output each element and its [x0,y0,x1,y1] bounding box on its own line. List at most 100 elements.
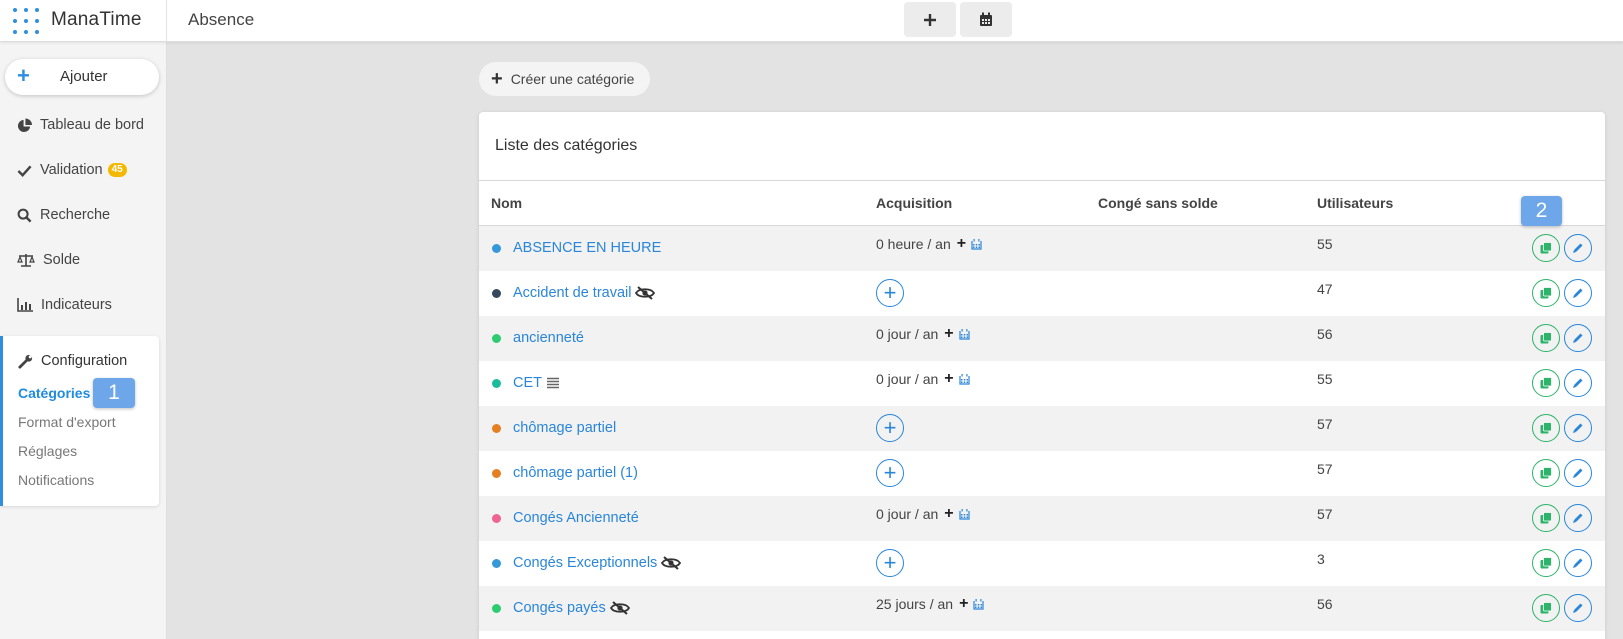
category-color-dot [492,334,501,343]
edit-button[interactable] [1564,414,1592,442]
category-name-link[interactable]: CET [513,375,560,391]
add-acquisition-icon[interactable]: + [944,326,953,342]
category-name-link[interactable]: Accident de travail [513,285,656,301]
brand[interactable]: ManaTime [0,0,167,42]
nav-validation[interactable]: Validation 45 [17,158,127,182]
duplicate-button[interactable] [1532,234,1560,262]
edit-button[interactable] [1564,234,1592,262]
category-color-dot [492,514,501,523]
callout-2: 2 [1521,196,1562,226]
nav-search[interactable]: Recherche [17,203,110,227]
users-count: 56 [1317,326,1333,342]
config-item-categories[interactable]: Catégories [18,385,90,401]
config-item-export-format[interactable]: Format d'export [18,414,116,430]
copy-icon [1540,422,1552,434]
add-acquisition-button[interactable]: + [876,549,904,577]
add-acquisition-icon[interactable]: + [944,371,953,387]
duplicate-button[interactable] [1532,279,1560,307]
nav-search-label: Recherche [40,207,111,223]
column-acquisition: Acquisition [876,195,953,211]
users-count: 55 [1317,236,1333,252]
users-count: 3 [1317,551,1325,567]
category-name-link[interactable]: ancienneté [513,330,584,346]
edit-button[interactable] [1564,504,1592,532]
category-name: Congés Exceptionnels [513,555,658,571]
duplicate-button[interactable] [1532,414,1560,442]
column-name: Nom [491,195,523,211]
edit-button[interactable] [1564,594,1592,622]
create-category-button[interactable]: + Créer une catégorie [479,62,650,96]
category-color-dot [492,469,501,478]
configuration-title[interactable]: Configuration [18,353,127,369]
nav-indicators-label: Indicateurs [41,297,112,313]
edit-button[interactable] [1564,324,1592,352]
copy-icon [1540,377,1552,389]
add-acquisition-button[interactable]: + [876,414,904,442]
category-color-dot [492,244,501,253]
create-category-label: Créer une catégorie [510,71,635,87]
duplicate-button[interactable] [1532,459,1560,487]
add-acquisition-icon[interactable]: + [959,596,968,612]
add-acquisition-button[interactable]: + [876,459,904,487]
acquisition-cell: 25 jours / an + [876,596,985,612]
acquisition-cell: 0 heure / an + [876,236,982,252]
add-button[interactable]: + Ajouter [5,59,159,95]
column-unpaid-leave: Congé sans solde [1098,195,1218,211]
configuration-title-label: Configuration [41,353,128,369]
category-color-dot [492,379,501,388]
quick-add-button[interactable] [904,2,956,37]
copy-icon [1540,512,1552,524]
duplicate-button[interactable] [1532,594,1560,622]
duplicate-button[interactable] [1532,549,1560,577]
edit-button[interactable] [1564,549,1592,577]
apps-grid-icon[interactable] [13,8,39,34]
scale-icon [17,253,35,267]
plus-icon: + [17,63,30,88]
add-acquisition-button[interactable]: + [876,279,904,307]
duplicate-button[interactable] [1532,504,1560,532]
duplicate-button[interactable] [1532,369,1560,397]
add-acquisition-icon[interactable]: + [944,506,953,522]
users-count: 57 [1317,416,1333,432]
config-item-settings[interactable]: Réglages [18,443,77,459]
column-users: Utilisateurs [1317,195,1394,211]
edit-button[interactable] [1564,279,1592,307]
users-count: 47 [1317,281,1333,297]
table-row: Congés payés 25 jours / an +56 [479,586,1605,631]
edit-button[interactable] [1564,369,1592,397]
categories-card: Liste des catégories Nom Acquisition Con… [479,112,1605,639]
config-item-notifications[interactable]: Notifications [18,472,94,488]
add-acquisition-icon[interactable]: + [957,236,966,252]
nav-balance[interactable]: Solde [17,248,80,272]
category-name-link[interactable]: chômage partiel (1) [513,465,638,481]
copy-icon [1540,242,1552,254]
copy-icon [1540,602,1552,614]
wrench-icon [18,354,33,369]
acquisition-cell: 0 jour / an + [876,326,970,342]
table-row: Congés Exceptionnels +3 [479,541,1605,586]
category-name-link[interactable]: Congés Ancienneté [513,510,639,526]
category-name-link[interactable]: Congés Exceptionnels [513,555,682,571]
table-row: Accident de travail +47 [479,271,1605,316]
eye-slash-icon [609,601,630,615]
category-name-link[interactable]: ABSENCE EN HEURE [513,240,661,256]
table-row: chômage partiel +57 [479,406,1605,451]
pencil-icon [1573,513,1583,523]
edit-button[interactable] [1564,459,1592,487]
category-name-link[interactable]: chômage partiel [513,420,616,436]
category-color-dot [492,559,501,568]
users-count: 55 [1317,371,1333,387]
category-name: Congés Ancienneté [513,510,639,526]
nav-dashboard[interactable]: Tableau de bord [17,113,144,137]
acquisition-value: 25 jours / an [876,596,954,612]
pencil-icon [1573,243,1583,253]
eye-slash-icon [661,556,682,570]
calendar-button[interactable] [960,2,1012,37]
calendar-icon [959,373,970,385]
category-name: ancienneté [513,330,584,346]
duplicate-button[interactable] [1532,324,1560,352]
callout-1: 1 [93,378,135,408]
nav-indicators[interactable]: Indicateurs [17,293,112,317]
category-color-dot [492,424,501,433]
category-name-link[interactable]: Congés payés [513,600,630,616]
